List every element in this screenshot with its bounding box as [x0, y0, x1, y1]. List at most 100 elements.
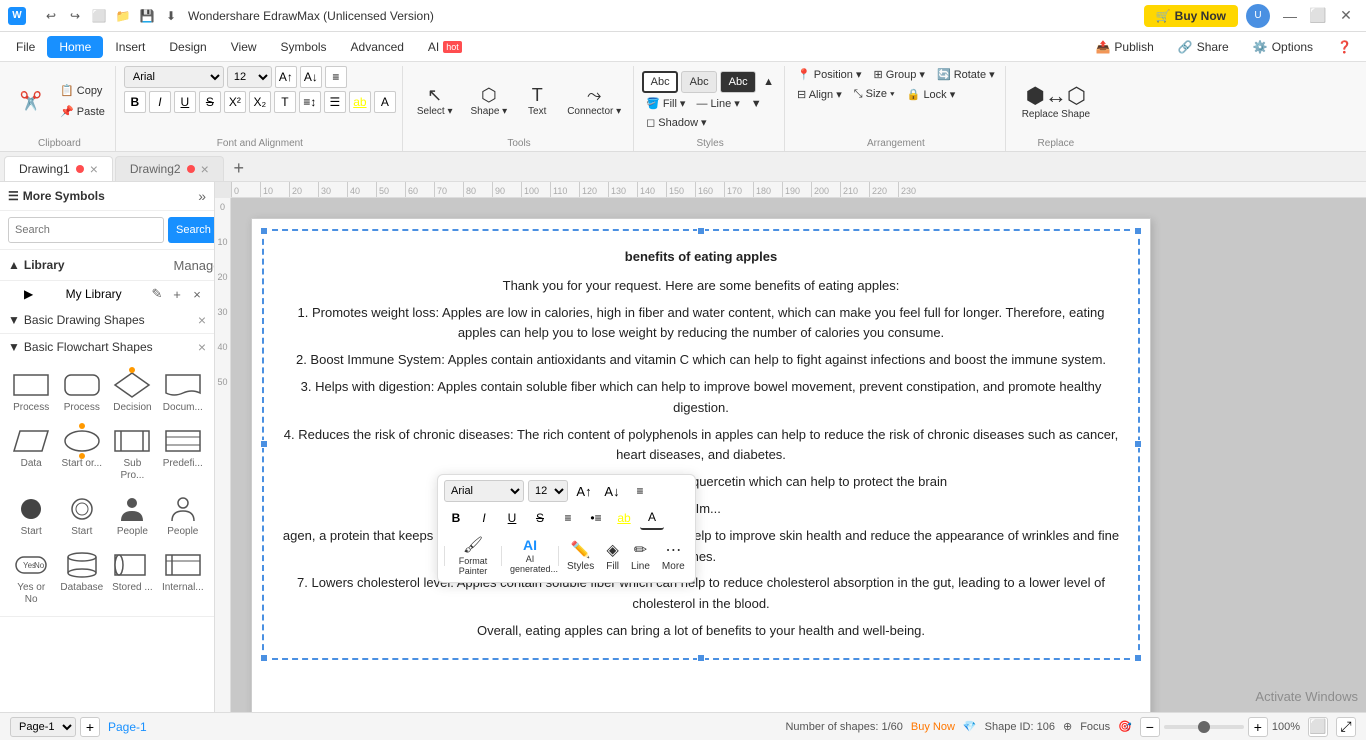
style-scroll-down[interactable]: ▼	[747, 96, 766, 112]
decrease-font-btn[interactable]: A↓	[300, 66, 322, 88]
add-tab-btn[interactable]: +	[226, 155, 252, 181]
menu-insert[interactable]: Insert	[103, 36, 157, 58]
shape-people-2[interactable]: People	[160, 490, 206, 542]
ft-styles-tool[interactable]: ✏️ Styles	[563, 538, 598, 574]
cut-btn[interactable]: ✂️	[10, 88, 52, 114]
library-header[interactable]: ▲ Library Manage	[0, 250, 214, 281]
focus-label[interactable]: Focus	[1080, 721, 1110, 733]
shape-process-2[interactable]: Process	[58, 366, 105, 418]
increase-font-btn[interactable]: A↑	[275, 66, 297, 88]
ft-decrease-font[interactable]: A↓	[600, 479, 624, 503]
help-btn[interactable]: ❓	[1327, 37, 1362, 57]
basic-flowchart-shapes-header[interactable]: ▼ Basic Flowchart Shapes ×	[0, 334, 214, 360]
new-btn[interactable]: ⬜	[88, 5, 110, 27]
options-btn[interactable]: ⚙️ Options	[1243, 37, 1323, 57]
menu-view[interactable]: View	[219, 36, 269, 58]
style-box-1[interactable]: Abc	[642, 71, 678, 93]
handle-top-right[interactable]	[1134, 227, 1142, 235]
ft-fill-tool[interactable]: ◈ Fill	[602, 538, 623, 574]
buy-now-button[interactable]: 🛒 Buy Now	[1144, 5, 1238, 27]
shape-data[interactable]: Data	[8, 422, 54, 486]
menu-design[interactable]: Design	[157, 36, 218, 58]
text-btn[interactable]: T Text	[519, 82, 555, 121]
ft-more-tool[interactable]: ⋯ More	[658, 538, 689, 574]
publish-btn[interactable]: 📤 Publish	[1085, 37, 1163, 57]
shape-yes-no[interactable]: YesNo Yes or No	[8, 546, 54, 610]
search-input[interactable]	[8, 217, 164, 243]
font-color-btn[interactable]: A	[374, 91, 396, 113]
tab-drawing1[interactable]: Drawing1 ×	[4, 156, 113, 181]
style-box-2[interactable]: Abc	[681, 71, 717, 93]
zoom-slider[interactable]	[1164, 725, 1244, 729]
shape-decision[interactable]: Decision	[109, 366, 155, 418]
shape-start-circle[interactable]: Start	[8, 490, 54, 542]
ft-format-painter-tool[interactable]: 🖌 Format Painter	[449, 533, 497, 578]
ft-line-tool[interactable]: ✏ Line	[627, 538, 654, 574]
line-spacing-btn[interactable]: ≡↕	[299, 91, 321, 113]
menu-ai[interactable]: AI hot	[416, 36, 474, 58]
ft-font-color[interactable]: A	[640, 506, 664, 530]
highlight-btn[interactable]: ab	[349, 91, 371, 113]
italic-btn[interactable]: I	[149, 91, 171, 113]
replace-shape-btn[interactable]: ⬢↔⬡ Replace Shape	[1014, 79, 1098, 124]
shape-start-circle-outline[interactable]: Start	[58, 490, 105, 542]
ft-ai-tool[interactable]: AI AI generated...	[506, 535, 554, 576]
bold-btn[interactable]: B	[124, 91, 146, 113]
position-btn[interactable]: 📍 Position ▾	[793, 66, 865, 83]
ft-increase-font[interactable]: A↑	[572, 479, 596, 503]
ft-font-select[interactable]: Arial	[444, 480, 524, 502]
copy-btn[interactable]: 📋 Copy	[56, 82, 109, 99]
zoom-out-btn[interactable]: −	[1140, 717, 1160, 737]
fit-page-btn[interactable]: ⬜	[1308, 717, 1328, 737]
shape-process-1[interactable]: Process	[8, 366, 54, 418]
ft-underline[interactable]: U	[500, 506, 524, 530]
style-box-3[interactable]: Abc	[720, 71, 756, 93]
rotate-btn[interactable]: 🔄 Rotate ▾	[933, 66, 999, 83]
tab-drawing1-close[interactable]: ×	[90, 161, 98, 177]
dropdown-btn[interactable]: ⬇	[160, 5, 182, 27]
ft-list[interactable]: ≡	[556, 506, 580, 530]
font-size-select[interactable]: 12	[227, 66, 272, 88]
superscript-btn[interactable]: X²	[224, 91, 246, 113]
shape-btn[interactable]: ⬡ Shape ▾	[464, 82, 513, 121]
shape-predefined[interactable]: Predefi...	[160, 422, 206, 486]
lock-btn[interactable]: 🔒 Lock ▾	[903, 86, 960, 103]
handle-top-left[interactable]	[260, 227, 268, 235]
shape-people-1[interactable]: People	[109, 490, 155, 542]
align-btn[interactable]: ≡	[325, 66, 347, 88]
minimize-btn[interactable]: —	[1278, 4, 1302, 28]
page-select[interactable]: Page-1	[10, 717, 76, 737]
fill-btn[interactable]: 🪣 Fill ▾	[642, 95, 689, 112]
ft-highlight[interactable]: ab	[612, 506, 636, 530]
undo-btn[interactable]: ↩	[40, 5, 62, 27]
handle-left-mid[interactable]	[260, 440, 268, 448]
ft-bullets[interactable]: •≡	[584, 506, 608, 530]
style-scroll-up[interactable]: ▲	[759, 71, 778, 93]
tab-drawing2-close[interactable]: ×	[201, 161, 209, 177]
handle-bot-left[interactable]	[260, 654, 268, 662]
list-btn[interactable]: ☰	[324, 91, 346, 113]
menu-advanced[interactable]: Advanced	[339, 36, 416, 58]
my-library-item[interactable]: ▶ My Library ✎ + ×	[0, 281, 214, 307]
shape-document[interactable]: Docum...	[160, 366, 206, 418]
ft-strikethrough[interactable]: S	[528, 506, 552, 530]
basic-drawing-shapes-header[interactable]: ▼ Basic Drawing Shapes ×	[0, 307, 214, 333]
subscript-btn[interactable]: X₂	[249, 91, 271, 113]
my-library-add-btn[interactable]: +	[168, 285, 186, 303]
menu-file[interactable]: File	[4, 36, 47, 58]
select-btn[interactable]: ↖ Select ▾	[411, 82, 459, 121]
ft-bold[interactable]: B	[444, 506, 468, 530]
text-style-btn[interactable]: T	[274, 91, 296, 113]
canvas-content[interactable]: benefits of eating apples Thank you for …	[231, 198, 1366, 712]
redo-btn[interactable]: ↪	[64, 5, 86, 27]
user-avatar[interactable]: U	[1246, 4, 1270, 28]
my-library-close-btn[interactable]: ×	[188, 285, 206, 303]
buy-now-status[interactable]: Buy Now	[911, 721, 955, 733]
handle-bot-mid[interactable]	[697, 654, 705, 662]
save-btn[interactable]: 💾	[136, 5, 158, 27]
share-btn[interactable]: 🔗 Share	[1168, 37, 1239, 57]
size-btn[interactable]: ⤡ Size ▾	[850, 86, 899, 103]
ft-size-select[interactable]: 12	[528, 480, 568, 502]
basic-flowchart-close-btn[interactable]: ×	[198, 339, 206, 355]
shape-start-oval[interactable]: Start or...	[58, 422, 105, 486]
